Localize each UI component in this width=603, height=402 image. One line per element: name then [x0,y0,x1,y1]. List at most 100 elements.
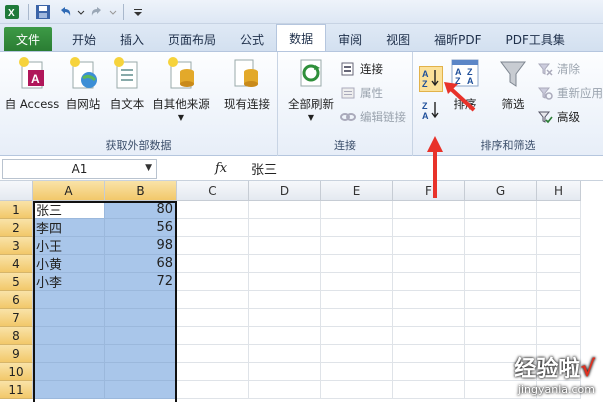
from-web-button[interactable]: 自网站 [62,56,104,112]
cell-G6[interactable] [465,291,537,309]
cell-C7[interactable] [177,309,249,327]
row-header[interactable]: 11 [0,381,33,399]
refresh-all-button[interactable]: 全部刷新 ▼ [284,56,338,122]
cell-C11[interactable] [177,381,249,399]
cell-F3[interactable] [393,237,465,255]
from-text-button[interactable]: 自文本 [106,56,148,112]
cell-G1[interactable] [465,201,537,219]
column-header[interactable]: C [177,181,249,201]
row-header[interactable]: 10 [0,363,33,381]
cell-D6[interactable] [249,291,321,309]
cell-E7[interactable] [321,309,393,327]
chevron-down-icon[interactable] [109,2,117,22]
existing-connections-button[interactable]: 现有连接 [220,56,274,112]
cell-E6[interactable] [321,291,393,309]
cell-B9[interactable] [105,345,177,363]
cell-A5[interactable]: 小李 [33,273,105,291]
cell-E1[interactable] [321,201,393,219]
cell-F5[interactable] [393,273,465,291]
row-header[interactable]: 8 [0,327,33,345]
cell-D5[interactable] [249,273,321,291]
tab-home[interactable]: 开始 [60,27,108,51]
cell-D9[interactable] [249,345,321,363]
cell-B11[interactable] [105,381,177,399]
connections-button[interactable]: 连接 [340,60,383,78]
cell-H4[interactable] [537,255,581,273]
cell-A6[interactable] [33,291,105,309]
cell-A9[interactable] [33,345,105,363]
row-header[interactable]: 9 [0,345,33,363]
cell-C8[interactable] [177,327,249,345]
tab-file[interactable]: 文件 [4,27,52,51]
row-header[interactable]: 2 [0,219,33,237]
cell-H5[interactable] [537,273,581,291]
cell-D11[interactable] [249,381,321,399]
cell-D10[interactable] [249,363,321,381]
cell-A2[interactable]: 李四 [33,219,105,237]
cell-A4[interactable]: 小黄 [33,255,105,273]
cell-B5[interactable]: 72 [105,273,177,291]
reapply-button[interactable]: 重新应用 [537,84,603,102]
column-header[interactable]: A [33,181,105,201]
chevron-down-icon[interactable]: ▼ [145,163,152,173]
cell-G5[interactable] [465,273,537,291]
cell-A7[interactable] [33,309,105,327]
cell-E3[interactable] [321,237,393,255]
cell-A1[interactable]: 张三 [33,201,105,219]
row-header[interactable]: 7 [0,309,33,327]
advanced-button[interactable]: 高级 [537,108,580,126]
cell-D4[interactable] [249,255,321,273]
cell-D2[interactable] [249,219,321,237]
cell-F10[interactable] [393,363,465,381]
cell-G4[interactable] [465,255,537,273]
cell-F4[interactable] [393,255,465,273]
cell-B7[interactable] [105,309,177,327]
cell-F7[interactable] [393,309,465,327]
cell-A10[interactable] [33,363,105,381]
cell-E9[interactable] [321,345,393,363]
tab-formulas[interactable]: 公式 [228,27,276,51]
cell-H7[interactable] [537,309,581,327]
cell-H1[interactable] [537,201,581,219]
sort-button[interactable]: AZZA 排序 [447,56,483,112]
cell-A3[interactable]: 小王 [33,237,105,255]
cell-G3[interactable] [465,237,537,255]
cell-C3[interactable] [177,237,249,255]
row-header[interactable]: 4 [0,255,33,273]
column-header[interactable]: E [321,181,393,201]
cell-E10[interactable] [321,363,393,381]
filter-button[interactable]: 筛选 [495,56,531,112]
name-box[interactable]: A1 ▼ [2,158,157,179]
row-header[interactable]: 1 [0,201,33,219]
cell-B2[interactable]: 56 [105,219,177,237]
from-access-button[interactable]: A 自 Access [4,56,60,112]
column-header[interactable]: G [465,181,537,201]
cell-H2[interactable] [537,219,581,237]
tab-data[interactable]: 数据 [276,24,327,51]
cell-G7[interactable] [465,309,537,327]
cell-B8[interactable] [105,327,177,345]
cell-H8[interactable] [537,327,581,345]
cell-E4[interactable] [321,255,393,273]
excel-icon[interactable]: X [2,2,22,22]
cell-F9[interactable] [393,345,465,363]
tab-page-layout[interactable]: 页面布局 [156,27,228,51]
cell-C2[interactable] [177,219,249,237]
cell-C10[interactable] [177,363,249,381]
cell-B4[interactable]: 68 [105,255,177,273]
from-other-sources-button[interactable]: 自其他来源 ▼ [150,56,212,122]
sort-ascending-button[interactable]: AZ [419,66,443,92]
cell-E5[interactable] [321,273,393,291]
cell-E11[interactable] [321,381,393,399]
cell-E2[interactable] [321,219,393,237]
customize-icon[interactable] [128,2,148,22]
cell-B1[interactable]: 80 [105,201,177,219]
tab-view[interactable]: 视图 [374,27,422,51]
cell-B3[interactable]: 98 [105,237,177,255]
cell-B10[interactable] [105,363,177,381]
formula-input[interactable]: 张三 [251,159,277,178]
select-all-corner[interactable] [0,181,33,201]
cell-D3[interactable] [249,237,321,255]
chevron-down-icon[interactable] [77,2,85,22]
cell-A8[interactable] [33,327,105,345]
